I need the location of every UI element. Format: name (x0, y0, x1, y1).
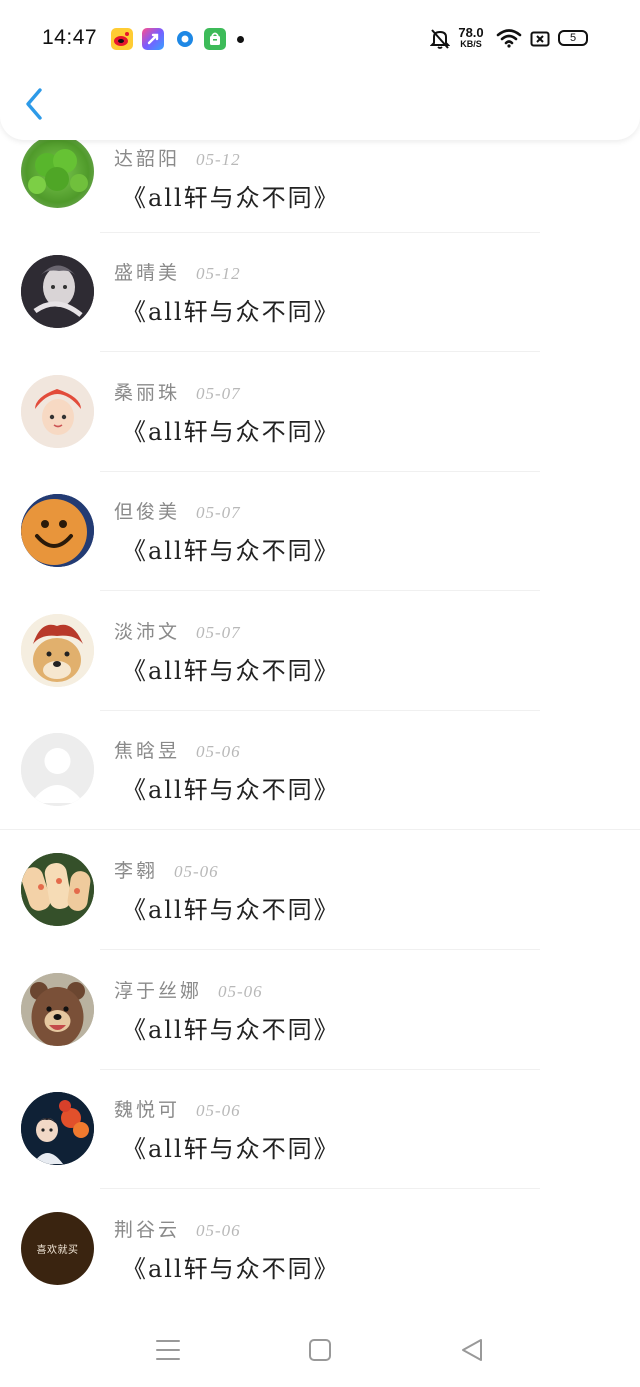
status-bar: 14:47 78.0 KB/S 5 (0, 0, 640, 76)
list-item[interactable]: 喜欢就买 荆谷云 05-06 《all轩与众不同》 (0, 1194, 640, 1314)
divider (100, 1068, 540, 1070)
battery-level: 5 (569, 32, 577, 44)
battery-indicator: 5 (558, 30, 588, 46)
comment-date: 05-06 (196, 742, 241, 762)
browser-icon (174, 28, 196, 50)
comment-date: 05-06 (196, 1220, 241, 1240)
commenter-name: 但俊美 05-07 (114, 501, 241, 524)
more-notifications-dot (237, 36, 244, 43)
divider (100, 1188, 540, 1190)
comment-text: 《all轩与众不同》 (122, 656, 340, 685)
app-market-icon (204, 28, 226, 50)
list-item[interactable]: 李翱 05-06 《all轩与众不同》 (0, 835, 640, 955)
comment-date: 05-06 (174, 861, 219, 881)
avatar[interactable] (21, 852, 94, 926)
comment-text: 《all轩与众不同》 (122, 537, 340, 566)
commenter-name: 达韶阳 05-12 (114, 148, 241, 170)
comment-date: 05-07 (196, 622, 241, 642)
net-speed: 78.0 KB/S (456, 26, 486, 49)
comment-text: 《all轩与众不同》 (122, 895, 340, 924)
comment-text: 《all轩与众不同》 (122, 776, 340, 805)
comment-text: 《all轩与众不同》 (122, 1254, 340, 1283)
avatar[interactable] (21, 255, 94, 328)
status-right: 78.0 KB/S 5 (429, 26, 600, 54)
back-button[interactable] (18, 84, 54, 124)
divider (0, 829, 640, 831)
commenter-name: 盛晴美 05-12 (114, 262, 241, 284)
back-triangle-icon (462, 1339, 482, 1361)
net-speed-value: 78.0 (458, 25, 484, 40)
net-speed-unit: KB/S (460, 39, 482, 49)
avatar[interactable] (21, 972, 94, 1046)
comment-date: 05-07 (196, 383, 241, 403)
system-nav-bar (0, 1308, 640, 1387)
comment-text: 《all轩与众不同》 (122, 1015, 340, 1044)
divider (100, 470, 540, 472)
avatar[interactable] (21, 733, 94, 807)
avatar[interactable] (21, 494, 94, 568)
comment-date: 05-06 (218, 981, 263, 1001)
divider (100, 709, 540, 711)
commenter-name: 焦晗昱 05-06 (114, 740, 241, 763)
chevron-left-icon (26, 88, 42, 120)
comment-date: 05-12 (196, 264, 241, 283)
list-item[interactable]: 但俊美 05-07 《all轩与众不同》 (0, 476, 640, 596)
commenter-name: 淳于丝娜 05-06 (114, 979, 263, 1002)
list-item[interactable]: 达韶阳 05-12 《all轩与众不同》 (0, 135, 640, 237)
commenter-name: 桑丽珠 05-07 (114, 381, 241, 404)
list-item[interactable]: 魏悦可 05-06 《all轩与众不同》 (0, 1074, 640, 1194)
avatar[interactable] (21, 135, 94, 208)
menu-icon (156, 1340, 180, 1360)
list-item[interactable]: 淳于丝娜 05-06 《all轩与众不同》 (0, 955, 640, 1075)
divider (100, 351, 540, 352)
comment-text: 《all轩与众不同》 (122, 184, 340, 212)
list-item[interactable]: 桑丽珠 05-07 《all轩与众不同》 (0, 357, 640, 477)
mute-bell-icon (429, 28, 451, 54)
commenter-name: 李翱 05-06 (114, 859, 219, 882)
default-avatar-icon (21, 733, 94, 807)
comment-text: 《all轩与众不同》 (122, 417, 340, 446)
comment-list: 达韶阳 05-12 《all轩与众不同》 盛晴美 05-12 《all轩与众不同》 … (0, 135, 640, 1314)
status-time: 14:47 (42, 26, 98, 49)
list-item[interactable]: 盛晴美 05-12 《all轩与众不同》 (0, 237, 640, 357)
avatar[interactable] (21, 374, 94, 448)
list-item[interactable]: 淡沛文 05-07 《all轩与众不同》 (0, 596, 640, 716)
home-square-icon (309, 1339, 331, 1361)
wifi-icon (496, 28, 522, 52)
avatar[interactable] (21, 1092, 94, 1166)
divider (100, 948, 540, 950)
comment-text: 《all轩与众不同》 (122, 1135, 340, 1164)
avatar-text: 喜欢就买 (36, 1244, 79, 1256)
avatar[interactable] (21, 613, 94, 687)
commenter-name: 淡沛文 05-07 (114, 620, 241, 643)
commenter-name: 魏悦可 05-06 (114, 1099, 241, 1122)
comment-date: 05-12 (196, 150, 241, 169)
comment-date: 05-07 (196, 503, 241, 523)
home-button[interactable] (306, 1336, 334, 1364)
launcher-icon (142, 28, 164, 50)
divider (100, 590, 540, 592)
weibo-icon (111, 28, 133, 50)
divider (100, 232, 540, 233)
menu-button[interactable] (154, 1336, 182, 1364)
commenter-name: 荆谷云 05-06 (114, 1218, 241, 1241)
no-sim-icon (530, 30, 550, 52)
comment-text: 《all轩与众不同》 (122, 298, 340, 326)
comment-date: 05-06 (196, 1101, 241, 1121)
avatar[interactable]: 喜欢就买 (21, 1211, 94, 1285)
back-nav-button[interactable] (458, 1336, 486, 1364)
top-app-bar: 14:47 78.0 KB/S 5 (0, 0, 640, 140)
list-item[interactable]: 焦晗昱 05-06 《all轩与众不同》 (0, 715, 640, 835)
